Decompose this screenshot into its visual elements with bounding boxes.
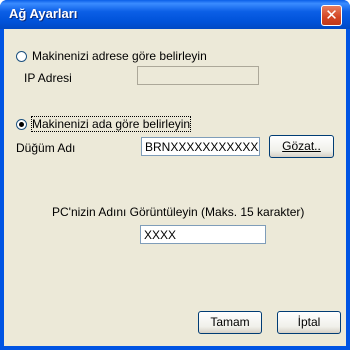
ip-address-field[interactable] [137, 66, 259, 85]
dialog-body: Makinenizi adrese göre belirleyin IP Adr… [4, 29, 346, 346]
close-button[interactable]: ✕ [321, 5, 342, 26]
node-name-label: Düğüm Adı [16, 141, 76, 155]
address-radio-label[interactable]: Makinenizi adrese göre belirleyin [32, 49, 207, 63]
close-icon: ✕ [325, 6, 338, 24]
name-radio[interactable] [16, 119, 27, 130]
window-title: Ağ Ayarları [9, 6, 78, 21]
address-radio[interactable] [16, 51, 27, 62]
name-radio-label[interactable]: Makinenizi ada göre belirleyin [30, 116, 192, 132]
ok-button[interactable]: Tamam [198, 311, 262, 334]
ok-button-label: Tamam [210, 315, 250, 329]
title-bar[interactable]: Ağ Ayarları ✕ [0, 0, 350, 29]
cancel-button-label: İptal [297, 315, 321, 329]
cancel-button[interactable]: İptal [277, 311, 341, 334]
pc-name-field[interactable]: XXXX [140, 225, 266, 244]
dialog-window: Ağ Ayarları ✕ Makinenizi adrese göre bel… [0, 0, 350, 350]
node-name-field[interactable]: BRNXXXXXXXXXXXX [141, 137, 260, 156]
pc-display-label: PC'nizin Adını Görüntüleyin (Maks. 15 ka… [52, 205, 305, 219]
browse-button-label: Gözat.. [282, 139, 321, 153]
browse-button[interactable]: Gözat.. [269, 135, 334, 158]
ip-address-label: IP Adresi [24, 71, 72, 85]
